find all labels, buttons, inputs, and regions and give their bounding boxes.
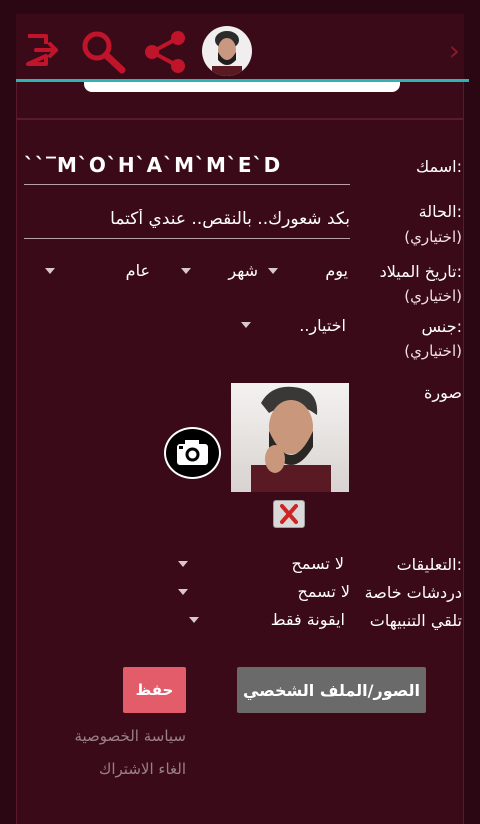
chevron-down-icon[interactable] (45, 268, 55, 274)
notifications-select[interactable]: ايقونة فقط (271, 610, 345, 629)
comments-select[interactable]: لا تسمح (291, 554, 344, 573)
birth-month-select[interactable]: شهر (228, 261, 258, 280)
camera-icon (177, 440, 208, 465)
private-chat-select[interactable]: لا تسمح (297, 582, 350, 601)
chevron-down-icon[interactable] (241, 322, 251, 328)
private-chat-label: دردشات خاصة (364, 583, 462, 602)
status-optional: (اختياري) (404, 228, 462, 246)
chevron-down-icon[interactable] (178, 589, 188, 595)
name-label: اسمك: (416, 157, 462, 176)
birth-optional: (اختياري) (404, 287, 462, 305)
privacy-policy-link[interactable]: سياسة الخصوصية (74, 727, 186, 745)
section-divider (16, 118, 464, 120)
profile-photos-button[interactable]: الصور/الملف الشخصي (237, 667, 426, 713)
comments-label: التعليقات: (396, 555, 462, 574)
gender-select[interactable]: اختيار.. (299, 316, 346, 335)
chevron-down-icon[interactable] (189, 617, 199, 623)
unsubscribe-link[interactable]: الغاء الاشتراك (99, 760, 186, 778)
birth-day-select[interactable]: يوم (325, 261, 348, 280)
name-input[interactable]: ``‾M`O`H`A`M`M`E`D (24, 153, 350, 177)
birth-year-select[interactable]: عام (126, 261, 150, 280)
gender-optional: (اختياري) (404, 342, 462, 360)
save-button[interactable]: حفظ (123, 667, 186, 713)
status-underline (24, 238, 350, 239)
avatar[interactable] (202, 26, 252, 76)
header-pill (84, 82, 400, 92)
close-icon (280, 504, 298, 524)
search-icon[interactable] (80, 30, 126, 74)
status-label: الحالة: (418, 202, 462, 221)
profile-photo (231, 383, 349, 492)
name-underline (24, 184, 350, 185)
camera-button[interactable] (164, 427, 221, 479)
photo-label: صورة (424, 383, 462, 402)
delete-photo-button[interactable] (273, 500, 305, 528)
chevron-down-icon[interactable] (178, 561, 188, 567)
gender-label: جنس: (421, 317, 462, 336)
birth-label: تاريخ الميلاد: (379, 262, 462, 281)
status-input[interactable]: بكد شعورك.. بالنقص.. عندي أكتما (24, 209, 350, 229)
notifications-label: تلقي التنبيهات (369, 611, 462, 630)
chevron-down-icon[interactable] (268, 268, 278, 274)
chevron-down-icon[interactable] (181, 268, 191, 274)
share-icon[interactable] (142, 30, 188, 74)
logout-icon[interactable] (24, 32, 60, 68)
next-icon[interactable]: › (449, 34, 460, 67)
top-toolbar: › (16, 14, 464, 80)
